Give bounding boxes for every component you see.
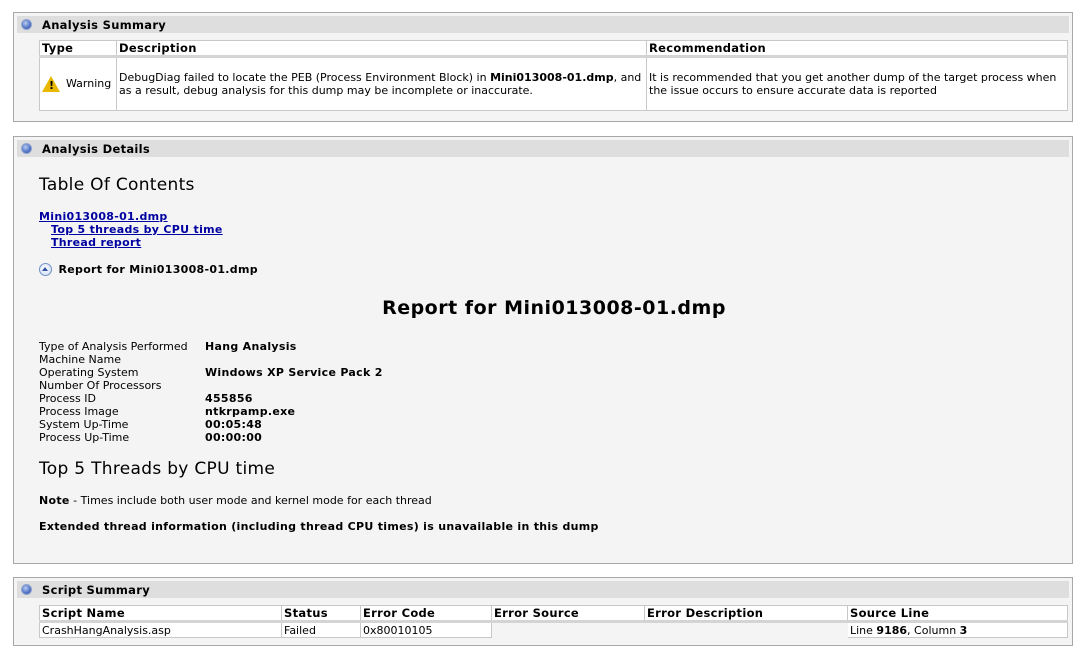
extended-info-note: Extended thread information (including t… <box>39 520 599 533</box>
toc-sub-link-wrap: Thread report <box>51 236 141 249</box>
info-label: Operating System <box>39 366 139 379</box>
report-toggle-label: Report for Mini013008-01.dmp <box>58 262 258 276</box>
toc-link-thread-report[interactable]: Thread report <box>51 236 141 249</box>
description-cell: DebugDiag failed to locate the PEB (Proc… <box>116 56 647 111</box>
type-cell: Warning <box>39 56 117 111</box>
error-description-cell <box>644 621 848 638</box>
collapse-up-icon[interactable] <box>39 262 52 276</box>
report-toggle[interactable]: Report for Mini013008-01.dmp <box>39 262 258 276</box>
info-value: ntkrpamp.exe <box>205 405 296 418</box>
note-text: - Times include both user mode and kerne… <box>69 494 432 507</box>
toc-file-link-wrap: Mini013008-01.dmp <box>39 210 168 223</box>
error-source-cell <box>491 621 645 638</box>
bullet-icon <box>21 584 32 595</box>
info-value: 00:05:48 <box>205 418 263 431</box>
info-label: Number Of Processors <box>39 379 162 392</box>
note-line: Note - Times include both user mode and … <box>39 494 432 507</box>
panel-title: Analysis Summary <box>42 18 167 32</box>
column-header-error-code: Error Code <box>360 605 492 623</box>
description-text: DebugDiag failed to locate the PEB (Proc… <box>119 71 491 84</box>
panel-title: Analysis Details <box>42 142 151 156</box>
source-line-cell: Line 9186, Column 3 <box>847 621 1068 638</box>
info-label: System Up-Time <box>39 418 129 431</box>
analysis-summary-panel: Analysis Summary Type Description Recomm… <box>13 12 1073 122</box>
column-header-description: Description <box>116 40 647 58</box>
error-code-cell: 0x80010105 <box>360 621 492 638</box>
description-file: Mini013008-01.dmp <box>490 71 614 84</box>
source-line-prefix: Line <box>850 623 877 637</box>
report-title: Report for Mini013008-01.dmp <box>382 297 726 319</box>
column-header-type: Type <box>39 40 117 58</box>
source-column-number: 3 <box>959 623 968 637</box>
toc-sub-link-wrap: Top 5 threads by CPU time <box>51 223 223 236</box>
info-value: Hang Analysis <box>205 340 297 353</box>
column-header-source-line: Source Line <box>847 605 1068 623</box>
summary-table: Type Description Recommendation Warning … <box>39 40 1068 111</box>
table-row: Warning DebugDiag failed to locate the P… <box>39 56 1068 111</box>
panel-title: Script Summary <box>42 583 151 597</box>
column-header-status: Status <box>281 605 361 623</box>
column-header-recommendation: Recommendation <box>646 40 1068 58</box>
column-header-script-name: Script Name <box>39 605 282 623</box>
info-label: Process ID <box>39 392 96 405</box>
script-summary-panel: Script Summary Script Name Status Error … <box>13 577 1073 646</box>
script-summary-header[interactable]: Script Summary <box>17 581 1069 598</box>
note-label: Note <box>39 494 70 507</box>
toc-link-top-threads[interactable]: Top 5 threads by CPU time <box>51 223 223 236</box>
column-header-error-description: Error Description <box>644 605 848 623</box>
column-header-error-source: Error Source <box>491 605 645 623</box>
info-value: 455856 <box>205 392 253 405</box>
info-label: Machine Name <box>39 353 121 366</box>
bullet-icon <box>21 143 32 154</box>
recommendation-cell: It is recommended that you get another d… <box>646 56 1068 111</box>
bullet-icon <box>21 19 32 30</box>
info-label: Process Up-Time <box>39 431 130 444</box>
toc-heading: Table Of Contents <box>39 175 195 195</box>
warning-icon <box>42 76 60 92</box>
info-label: Type of Analysis Performed <box>39 340 188 353</box>
info-value: 00:00:00 <box>205 431 263 444</box>
threads-heading: Top 5 Threads by CPU time <box>39 459 276 479</box>
analysis-summary-header[interactable]: Analysis Summary <box>17 16 1069 33</box>
source-line-number: 9186 <box>876 623 908 637</box>
table-row: CrashHangAnalysis.asp Failed 0x80010105 … <box>39 621 1068 638</box>
info-value: Windows XP Service Pack 2 <box>205 366 383 379</box>
script-name-cell: CrashHangAnalysis.asp <box>39 621 282 638</box>
type-value: Warning <box>66 77 112 90</box>
info-label: Process Image <box>39 405 119 418</box>
toc-link-file[interactable]: Mini013008-01.dmp <box>39 210 168 223</box>
status-cell: Failed <box>281 621 361 638</box>
source-column-prefix: , Column <box>907 623 960 637</box>
script-table: Script Name Status Error Code Error Sour… <box>39 605 1068 638</box>
analysis-details-header[interactable]: Analysis Details <box>17 140 1069 157</box>
